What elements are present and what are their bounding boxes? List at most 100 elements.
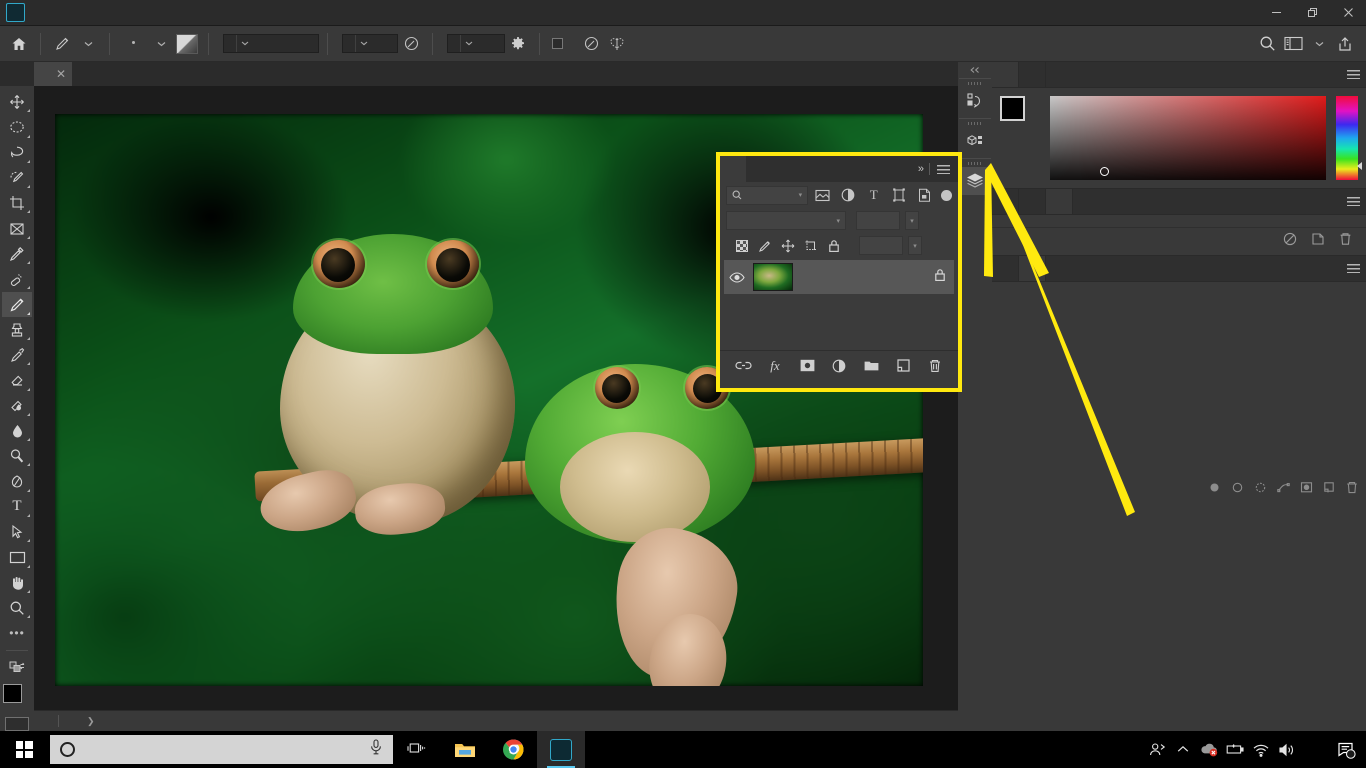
color-swatches[interactable]: [2, 683, 32, 713]
layer-blend-mode-select[interactable]: ▾: [726, 211, 846, 230]
battery-icon[interactable]: [1222, 731, 1248, 768]
menu-3d[interactable]: [163, 9, 181, 17]
load-selection-icon[interactable]: [1254, 481, 1267, 499]
people-icon[interactable]: [1144, 731, 1170, 768]
gradient-tool[interactable]: [2, 394, 32, 418]
adjustment-filter-icon[interactable]: [838, 185, 859, 205]
delete-layer-icon[interactable]: [926, 357, 944, 375]
type-tool[interactable]: T: [2, 495, 32, 519]
brush-tool[interactable]: [2, 292, 32, 317]
clear-style-icon[interactable]: [1283, 232, 1297, 251]
eyedropper-tool[interactable]: [2, 242, 32, 266]
menu-edit[interactable]: [55, 9, 73, 17]
brush-size-preview[interactable]: [118, 41, 148, 46]
stroke-path-icon[interactable]: [1231, 481, 1244, 499]
blend-mode-select[interactable]: [223, 34, 319, 53]
layer-visibility-icon[interactable]: [728, 271, 746, 283]
tab-swatches[interactable]: [1019, 62, 1046, 87]
task-view-icon[interactable]: [393, 731, 441, 768]
chevron-right-icon[interactable]: ❯: [87, 716, 95, 727]
tab-libraries[interactable]: [992, 189, 1019, 214]
menu-image[interactable]: [73, 9, 91, 17]
drag-handle[interactable]: [968, 82, 982, 85]
quick-mask-toggle[interactable]: [5, 716, 29, 731]
new-group-icon[interactable]: [862, 357, 880, 375]
double-chevron-icon[interactable]: [958, 62, 992, 78]
tab-styles[interactable]: [1046, 189, 1073, 214]
menu-file[interactable]: [37, 9, 55, 17]
lock-all-icon[interactable]: [825, 237, 843, 255]
lock-image-icon[interactable]: [756, 237, 774, 255]
history-brush-tool[interactable]: [2, 343, 32, 367]
gear-icon[interactable]: [505, 31, 531, 57]
lock-artboard-icon[interactable]: [802, 237, 820, 255]
history-panel-icon[interactable]: [961, 87, 989, 115]
document-tab[interactable]: ✕: [34, 62, 73, 86]
make-work-path-icon[interactable]: [1277, 481, 1290, 499]
brush-preset-icon[interactable]: [174, 31, 200, 57]
opacity-input[interactable]: [342, 34, 398, 53]
microphone-icon[interactable]: [369, 739, 383, 760]
adjustment-layer-icon[interactable]: [830, 357, 848, 375]
new-style-icon[interactable]: [1311, 232, 1325, 251]
new-path-icon[interactable]: [1323, 481, 1336, 499]
menu-select[interactable]: [127, 9, 145, 17]
menu-help[interactable]: [217, 9, 235, 17]
minimize-button[interactable]: [1258, 0, 1294, 26]
wifi-icon[interactable]: [1248, 731, 1274, 768]
close-button[interactable]: [1330, 0, 1366, 26]
pressure-opacity-icon[interactable]: [398, 31, 424, 57]
healing-brush-tool[interactable]: [2, 267, 32, 291]
pressure-size-icon[interactable]: [578, 31, 604, 57]
marquee-tool[interactable]: [2, 115, 32, 139]
panel-menu-icon[interactable]: [937, 164, 950, 174]
menu-window[interactable]: [199, 9, 217, 17]
layers-list[interactable]: [720, 258, 958, 350]
layers-panel-icon[interactable]: [961, 167, 989, 195]
pen-tool[interactable]: [2, 469, 32, 493]
blur-tool[interactable]: [2, 419, 32, 443]
panel-menu-icon[interactable]: [1340, 256, 1366, 281]
layer-kind-filter[interactable]: ▾: [726, 185, 809, 205]
photoshop-icon[interactable]: [537, 731, 585, 768]
hue-slider[interactable]: [1336, 96, 1362, 180]
fill-stepper[interactable]: ▾: [908, 236, 922, 255]
menu-filter[interactable]: [145, 9, 163, 17]
opacity-stepper[interactable]: ▾: [905, 211, 919, 230]
more-tools[interactable]: •••: [2, 621, 32, 645]
panel-menu-icon[interactable]: [1340, 189, 1366, 214]
layer-style-fx-icon[interactable]: fx: [766, 357, 784, 375]
panel-menu-icon[interactable]: [1340, 62, 1366, 87]
pencil-tool-icon[interactable]: [49, 31, 75, 57]
tab-color[interactable]: [992, 62, 1019, 87]
color-field[interactable]: [1050, 96, 1326, 180]
auto-erase-checkbox[interactable]: [548, 38, 578, 49]
symmetry-butterfly-icon[interactable]: [604, 31, 630, 57]
file-explorer-icon[interactable]: [441, 731, 489, 768]
close-icon[interactable]: ✕: [56, 68, 66, 80]
new-layer-icon[interactable]: [894, 357, 912, 375]
dodge-tool[interactable]: [2, 444, 32, 468]
smoothing-input[interactable]: [447, 34, 505, 53]
default-colors-icon[interactable]: [2, 653, 32, 677]
add-mask-path-icon[interactable]: [1300, 481, 1313, 499]
tool-preset-chevron-icon[interactable]: [75, 31, 101, 57]
foreground-color-swatch[interactable]: [1000, 96, 1025, 121]
chrome-icon[interactable]: [489, 731, 537, 768]
tab-channels[interactable]: [992, 256, 1019, 281]
menu-type[interactable]: [109, 9, 127, 17]
search-input[interactable]: [50, 735, 393, 764]
link-layers-icon[interactable]: [734, 357, 752, 375]
lock-position-icon[interactable]: [779, 237, 797, 255]
search-icon[interactable]: [1254, 31, 1280, 57]
crop-tool[interactable]: [2, 191, 32, 215]
filter-toggle[interactable]: [941, 189, 953, 201]
quick-selection-tool[interactable]: [2, 166, 32, 190]
add-mask-icon[interactable]: [798, 357, 816, 375]
color-panel-swatches[interactable]: [1000, 96, 1040, 136]
home-icon[interactable]: [6, 31, 32, 57]
clone-stamp-tool[interactable]: [2, 318, 32, 342]
zoom-tool[interactable]: [2, 596, 32, 620]
layer-thumbnail[interactable]: [753, 263, 793, 291]
windows-start-icon[interactable]: [0, 731, 48, 768]
